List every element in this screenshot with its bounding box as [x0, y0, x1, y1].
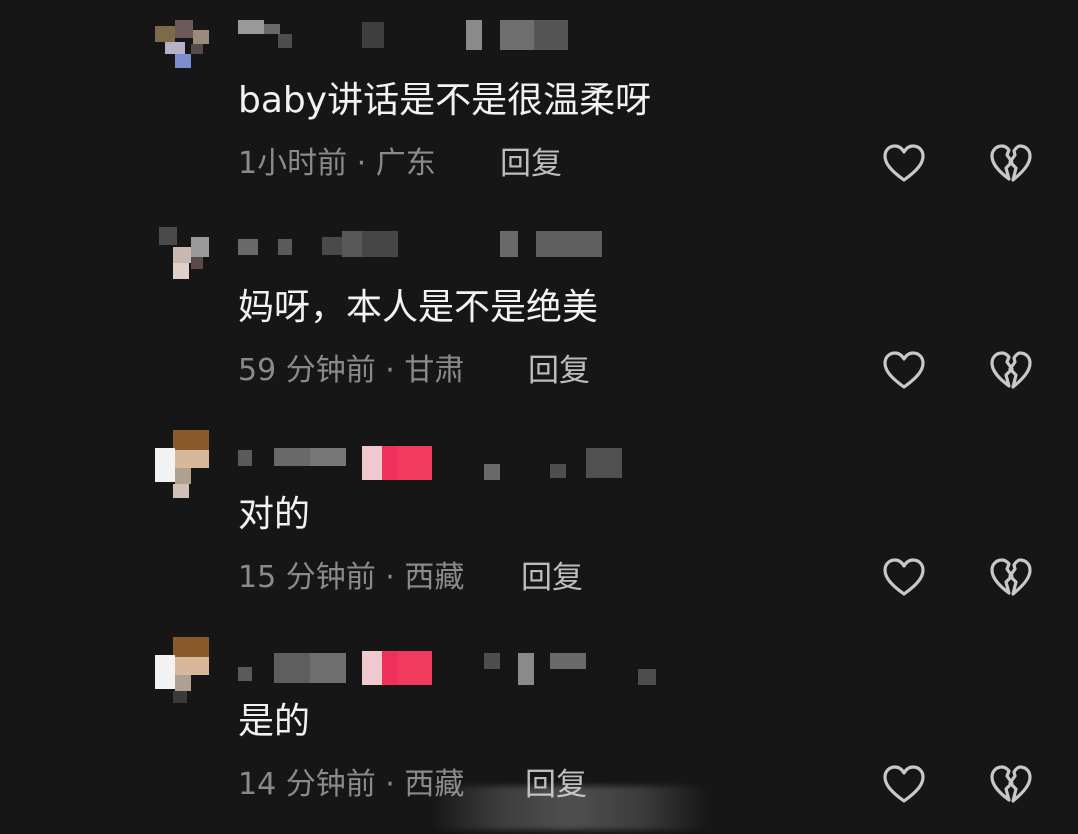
heart-outline-icon	[883, 765, 925, 803]
avatar[interactable]	[155, 223, 211, 279]
like-button[interactable]	[880, 140, 928, 188]
comment-text: baby讲话是不是很温柔呀	[238, 80, 652, 121]
avatar[interactable]	[155, 637, 211, 703]
dislike-button[interactable]	[987, 140, 1035, 188]
heart-outline-icon	[883, 144, 925, 182]
username-blurred[interactable]	[238, 221, 678, 261]
username-blurred[interactable]	[238, 14, 678, 54]
comment-item: baby讲话是不是很温柔呀 1小时前 · 广东 回复	[0, 0, 1078, 206]
reply-button[interactable]: 回复	[528, 351, 590, 391]
comment-text: 妈呀，本人是不是绝美	[238, 287, 599, 328]
comment-list: baby讲话是不是很温柔呀 1小时前 · 广东 回复 妈呀，本人是不是绝美 59…	[0, 0, 1078, 834]
heart-outline-icon	[883, 351, 925, 389]
reply-button[interactable]: 回复	[521, 558, 583, 598]
username-blurred[interactable]	[238, 428, 678, 480]
broken-heart-icon	[990, 144, 1032, 182]
reply-button[interactable]: 回复	[500, 144, 562, 184]
username-blurred[interactable]	[238, 635, 678, 685]
watermark-overlay	[430, 786, 710, 830]
broken-heart-icon	[990, 351, 1032, 389]
like-button[interactable]	[880, 554, 928, 602]
comment-meta: 59 分钟前 · 甘肃	[238, 353, 465, 388]
comment-text: 对的	[238, 494, 311, 535]
like-button[interactable]	[880, 347, 928, 395]
avatar[interactable]	[155, 16, 211, 72]
heart-outline-icon	[883, 558, 925, 596]
comment-item: 妈呀，本人是不是绝美 59 分钟前 · 甘肃 回复	[0, 207, 1078, 413]
like-button[interactable]	[880, 761, 928, 809]
comment-meta: 1小时前 · 广东	[238, 146, 436, 181]
dislike-button[interactable]	[987, 347, 1035, 395]
avatar[interactable]	[155, 430, 211, 498]
comment-meta: 15 分钟前 · 西藏	[238, 560, 465, 595]
broken-heart-icon	[990, 765, 1032, 803]
comment-text: 是的	[238, 701, 311, 742]
dislike-button[interactable]	[987, 761, 1035, 809]
broken-heart-icon	[990, 558, 1032, 596]
dislike-button[interactable]	[987, 554, 1035, 602]
comment-item: 对的 15 分钟前 · 西藏 回复	[0, 414, 1078, 620]
